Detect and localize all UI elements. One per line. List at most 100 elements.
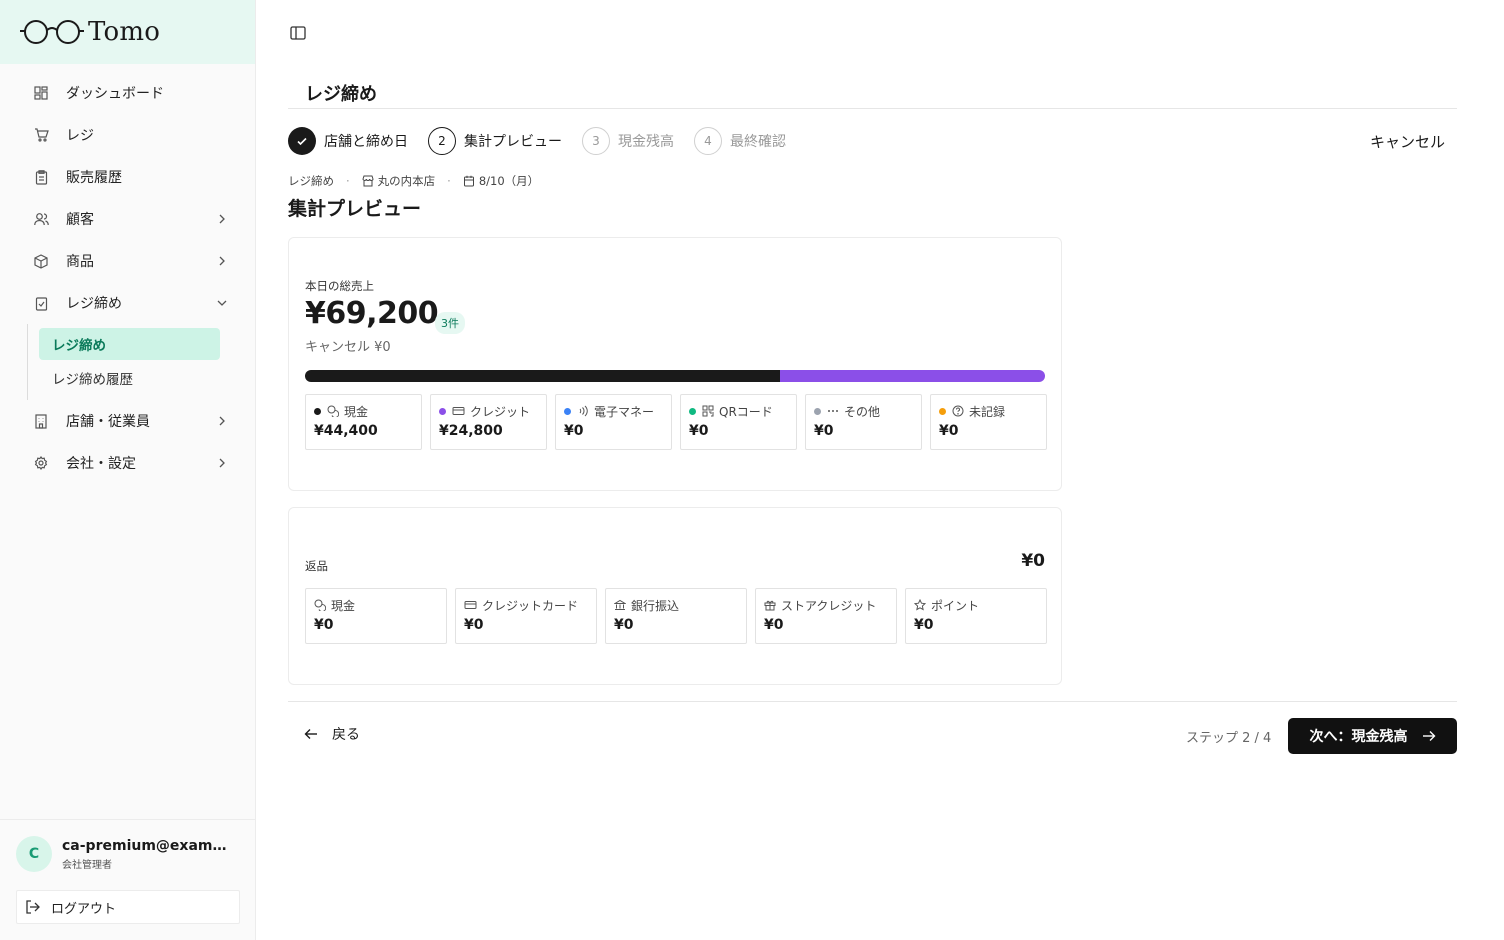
payment-share-bar <box>305 370 1045 382</box>
user-role: 会社管理者 <box>62 859 112 871</box>
brand-name: Tomo <box>88 17 161 47</box>
back-label: 戻る <box>332 727 360 743</box>
receipt-icon <box>33 169 49 185</box>
tile-label: 現金 <box>331 598 356 613</box>
credit-card-icon <box>452 407 465 415</box>
dashboard-icon <box>33 85 49 101</box>
total-sales-label: 本日の総売上 <box>305 279 374 293</box>
back-button[interactable]: 戻る <box>304 724 360 744</box>
divider <box>288 108 1457 109</box>
logout-button[interactable]: ログアウト <box>16 890 240 924</box>
step-label: 店舗と締め日 <box>324 134 408 150</box>
tile-value: ¥0 <box>314 617 334 633</box>
sidebar-submenu: レジ締め レジ締め履歴 <box>27 324 255 400</box>
legend-dot <box>439 407 446 415</box>
sidebar-item-dashboard[interactable]: ダッシュボード <box>0 72 255 114</box>
step-summary-preview[interactable]: 2 集計プレビュー <box>428 127 562 155</box>
payment-method-tiles: 現金 ¥44,400 クレジット ¥24,800 電子マネー ¥0 QRコード … <box>305 394 1047 450</box>
tile-value: ¥0 <box>764 617 784 633</box>
tile-label: QRコード <box>719 404 773 419</box>
tile-value: ¥0 <box>689 423 709 439</box>
payment-share-segment <box>779 370 1045 382</box>
tile-value: ¥0 <box>814 423 834 439</box>
avatar: C <box>16 836 52 872</box>
step-label: 集計プレビュー <box>464 134 562 150</box>
sidebar-item-sales-history[interactable]: 販売履歴 <box>0 156 255 198</box>
refund-label: 返品 <box>305 559 328 573</box>
credit-card-icon <box>464 601 477 609</box>
breadcrumb-store: 丸の内本店 <box>377 174 436 188</box>
brand[interactable]: Tomo <box>0 0 255 64</box>
refund-tile-cash: 現金 ¥0 <box>305 588 447 644</box>
sidebar-subitem-register-close-history[interactable]: レジ締め履歴 <box>39 362 220 394</box>
payment-share-segment <box>305 370 780 382</box>
payment-tile-other: その他 ¥0 <box>805 394 922 450</box>
building-icon <box>33 413 49 429</box>
chevron-down-icon <box>217 300 227 306</box>
tile-value: ¥0 <box>914 617 934 633</box>
sidebar-item-company-settings[interactable]: 会社・設定 <box>0 442 255 484</box>
refund-tile-bank-transfer: 銀行振込 ¥0 <box>605 588 747 644</box>
tile-label: その他 <box>844 404 881 419</box>
sidebar-item-register-close[interactable]: レジ締め <box>0 282 255 324</box>
main-content: レジ締め 店舗と締め日 2 集計プレビュー 3 現金残高 4 最終確認 キャンセ… <box>256 0 1504 940</box>
tile-value: ¥24,800 <box>439 423 503 439</box>
arrow-right-icon <box>1422 731 1435 741</box>
breadcrumb-date: 8/10（月） <box>478 174 540 188</box>
arrow-left-icon <box>304 729 317 739</box>
tile-label: 銀行振込 <box>631 598 680 613</box>
cancel-amount: キャンセル ¥0 <box>305 340 391 355</box>
step-label: 最終確認 <box>730 134 786 150</box>
step-number: 4 <box>694 127 722 155</box>
gift-icon <box>764 600 776 611</box>
step-store-date[interactable]: 店舗と締め日 <box>288 127 408 155</box>
tile-label: 現金 <box>344 404 369 419</box>
refund-tile-credit-card: クレジットカード ¥0 <box>455 588 597 644</box>
payment-tile-credit: クレジット ¥24,800 <box>430 394 547 450</box>
section-title: 集計プレビュー <box>288 198 422 220</box>
sidebar-item-label: レジ締め <box>66 296 122 312</box>
refund-tile-points: ポイント ¥0 <box>905 588 1047 644</box>
tile-label: ストアクレジット <box>781 598 877 613</box>
tile-label: クレジット <box>470 404 531 419</box>
step-counter: ステップ 2 / 4 <box>1186 731 1272 746</box>
sidebar: Tomo ダッシュボード レジ 販売履歴 顧客 商品 レジ締め レジ締め レジ締… <box>0 0 256 940</box>
sidebar-item-customers[interactable]: 顧客 <box>0 198 255 240</box>
payment-tile-unrecorded: 未記録 ¥0 <box>930 394 1047 450</box>
chevron-right-icon <box>219 256 225 266</box>
sidebar-item-label: 会社・設定 <box>66 456 136 472</box>
cancel-button[interactable]: キャンセル <box>1370 131 1445 152</box>
more-icon <box>828 410 838 412</box>
breadcrumb-root[interactable]: レジ締め <box>288 173 334 189</box>
legend-dot <box>314 407 321 415</box>
tile-value: ¥0 <box>564 423 584 439</box>
next-button[interactable]: 次へ：現金残高 <box>1288 718 1457 754</box>
tile-value: ¥0 <box>614 617 634 633</box>
refund-method-tiles: 現金 ¥0 クレジットカード ¥0 銀行振込 ¥0 ストアクレジット ¥0 ポイ… <box>305 588 1047 644</box>
tile-label: クレジットカード <box>482 598 579 613</box>
breadcrumb: レジ締め · 丸の内本店 · 8/10（月） <box>288 173 540 189</box>
refund-tile-store-credit: ストアクレジット ¥0 <box>755 588 897 644</box>
legend-dot <box>564 407 571 415</box>
sidebar-subitem-register-close[interactable]: レジ締め <box>39 328 220 360</box>
sidebar-item-stores-staff[interactable]: 店舗・従業員 <box>0 400 255 442</box>
cash-icon <box>314 599 326 611</box>
divider <box>288 701 1457 702</box>
cash-icon <box>327 405 339 417</box>
user-profile[interactable]: C ca-premium@example.com 会社管理者 <box>16 836 240 872</box>
sidebar-item-products[interactable]: 商品 <box>0 240 255 282</box>
step-cash-balance[interactable]: 3 現金残高 <box>582 127 674 155</box>
step-final-confirm[interactable]: 4 最終確認 <box>694 127 786 155</box>
gear-icon <box>33 455 49 471</box>
logout-label: ログアウト <box>51 901 117 917</box>
legend-dot <box>689 407 696 415</box>
sidebar-toggle-icon[interactable] <box>289 24 307 42</box>
user-panel: C ca-premium@example.com 会社管理者 ログアウト <box>0 819 256 940</box>
bank-icon <box>614 599 626 610</box>
payment-tile-cash: 現金 ¥44,400 <box>305 394 422 450</box>
sidebar-item-label: 顧客 <box>66 212 94 228</box>
store-icon <box>362 175 374 187</box>
glasses-logo-icon <box>20 20 84 44</box>
refund-card: 返品 ¥0 現金 ¥0 クレジットカード ¥0 銀行振込 ¥0 ストアクレジット… <box>288 507 1062 685</box>
sidebar-item-register[interactable]: レジ <box>0 114 255 156</box>
